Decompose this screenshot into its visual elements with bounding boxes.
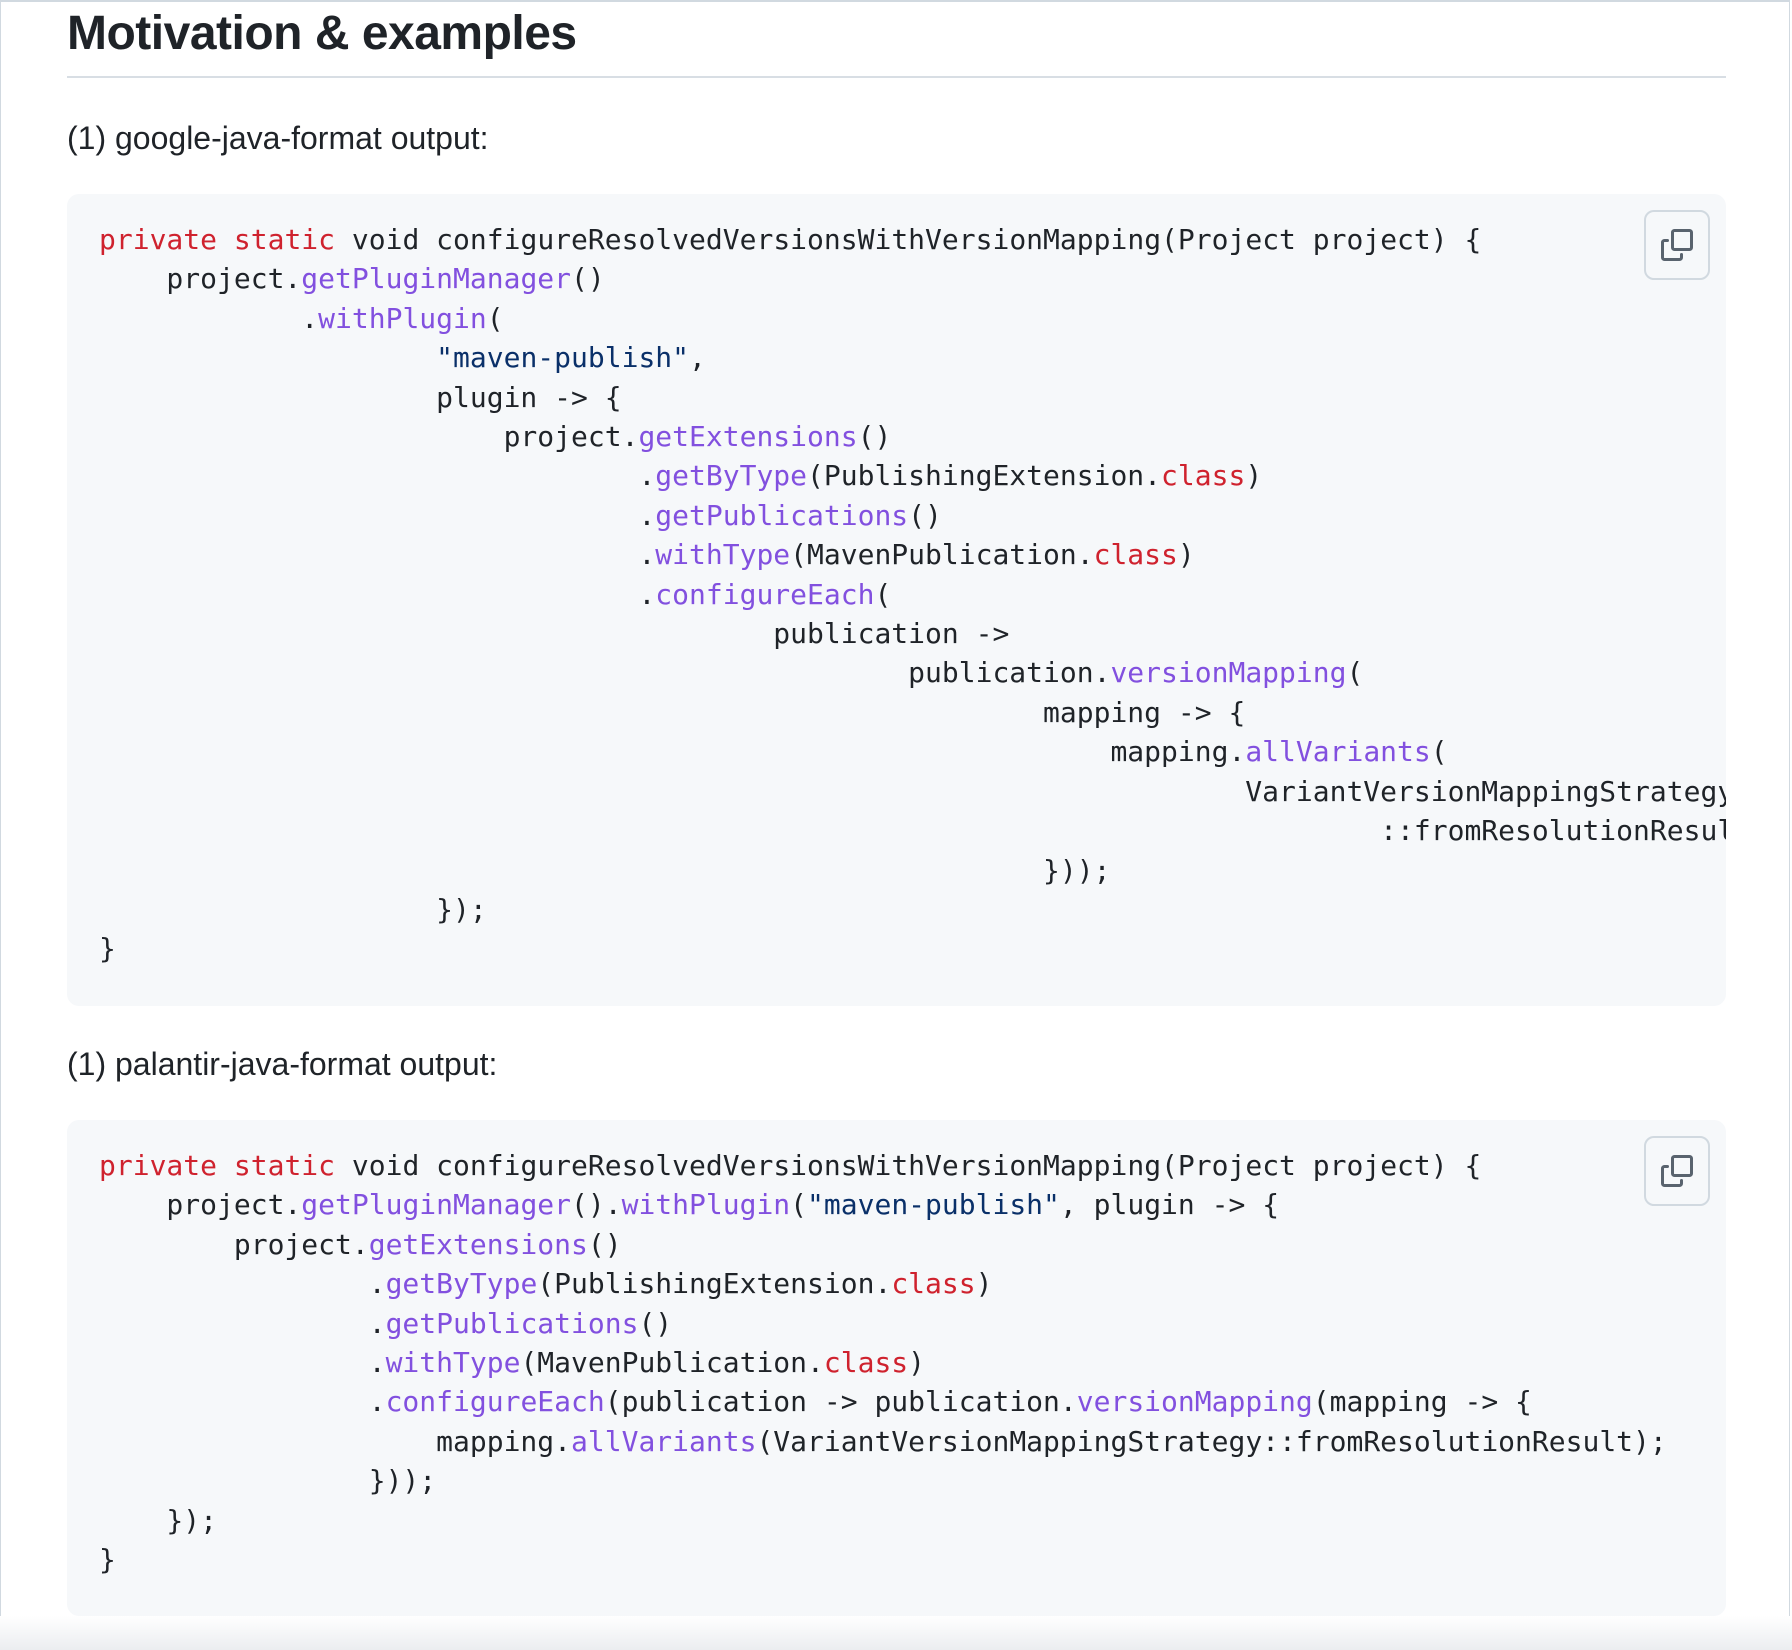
code-keyword: class [1093, 538, 1178, 572]
code-google-java-format[interactable]: private static void configureResolvedVer… [99, 220, 1726, 969]
code-block-palantir: private static void configureResolvedVer… [67, 1120, 1726, 1616]
code-method: getByType [385, 1267, 538, 1301]
markdown-content: Motivation & examples (1) google-java-fo… [67, 0, 1726, 1616]
code-keyword: static [233, 223, 336, 256]
code-method: getPluginManager [301, 1188, 572, 1222]
bottom-fade [0, 1616, 1792, 1650]
code-keyword: static [233, 1149, 336, 1182]
example-2-caption: (1) palantir-java-format output: [67, 1046, 498, 1082]
code-method: withType [385, 1346, 521, 1380]
copy-button[interactable] [1644, 210, 1710, 280]
code-method: configureEach [385, 1385, 605, 1419]
code-keyword: private [99, 223, 218, 256]
code-method: versionMapping [1076, 1385, 1313, 1419]
copy-icon [1661, 1155, 1693, 1187]
copy-button[interactable] [1644, 1136, 1710, 1206]
code-keyword: class [823, 1346, 909, 1380]
code-method: getPluginManager [301, 262, 572, 296]
code-method: getExtensions [638, 420, 858, 454]
code-method: getExtensions [368, 1227, 588, 1261]
code-method: getPublications [655, 498, 909, 532]
code-string: "maven-publish" [436, 341, 690, 375]
code-method: withPlugin [318, 301, 487, 335]
code-block-google: private static void configureResolvedVer… [67, 194, 1726, 1006]
code-keyword: private [99, 1149, 218, 1182]
code-palantir-java-format[interactable]: private static void configureResolvedVer… [99, 1146, 1726, 1579]
code-method: allVariants [1245, 735, 1431, 769]
code-method: withType [655, 538, 791, 572]
code-method: versionMapping [1110, 656, 1347, 690]
code-method: getPublications [385, 1306, 639, 1340]
code-method: allVariants [571, 1424, 757, 1458]
code-method: configureEach [655, 577, 875, 611]
code-string: "maven-publish" [807, 1188, 1060, 1222]
code-method: withPlugin [621, 1188, 791, 1222]
copy-icon [1661, 229, 1693, 261]
code-method: getByType [655, 459, 808, 493]
example-1-caption: (1) google-java-format output: [67, 120, 489, 156]
code-keyword: class [1161, 459, 1246, 493]
section-heading: Motivation & examples [67, 0, 1726, 78]
code-keyword: class [891, 1267, 976, 1301]
